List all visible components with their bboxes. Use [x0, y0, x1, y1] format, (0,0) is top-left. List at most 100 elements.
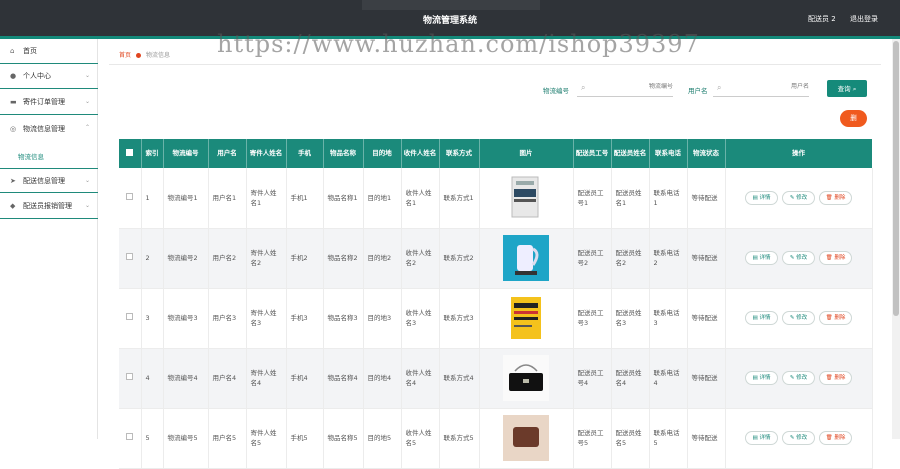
cell-phone: 手机5 — [286, 408, 324, 469]
table-row: 2 物流编号2 用户名2 寄件人姓名2 手机2 物品名称2 目的地2 收件人姓名2 联系方式2 配… — [119, 228, 873, 289]
user-icon: ● — [10, 72, 17, 80]
cell-item: 物品名称5 — [323, 408, 364, 469]
cell-user: 用户名1 — [208, 168, 247, 229]
delete-button[interactable]: 🗑 删除 — [819, 251, 852, 265]
row-checkbox[interactable] — [126, 313, 134, 320]
row-select-cell[interactable] — [119, 408, 142, 469]
logistics-no-input[interactable] — [603, 83, 673, 90]
cell-no: 物流编号5 — [163, 408, 209, 469]
sidebar-item-logistics[interactable]: ◎ 物流信息管理 ⌃ — [0, 116, 98, 141]
scrollbar-thumb[interactable] — [893, 41, 899, 316]
select-all-checkbox[interactable] — [126, 148, 134, 156]
send-icon: ➤ — [10, 176, 16, 185]
detail-icon: ▤ — [752, 375, 758, 381]
row-checkbox[interactable] — [126, 253, 134, 260]
cell-contact: 联系方式5 — [439, 408, 480, 469]
edit-button[interactable]: ✎ 修改 — [782, 251, 815, 265]
sidebar-item-orders[interactable]: ▬ 寄件订单管理 ⌄ — [0, 90, 98, 115]
column-header: 操作 — [725, 139, 873, 168]
cell-index: 2 — [141, 228, 164, 289]
sidebar-item-label: 首页 — [23, 47, 37, 55]
shield-icon: ◆ — [10, 202, 16, 210]
detail-button[interactable]: ▤ 详情 — [745, 371, 778, 385]
logout-link[interactable]: 退出登录 — [850, 14, 878, 24]
cell-phone: 手机2 — [286, 228, 324, 289]
cell-contact: 联系方式2 — [439, 228, 480, 289]
top-ghost-bar — [362, 0, 540, 10]
search-button[interactable]: 查询 ⌕ — [827, 80, 867, 97]
watermark: https://www.huzhan.com/ishop39397 — [217, 30, 700, 58]
detail-button[interactable]: ▤ 详情 — [745, 190, 778, 205]
edit-label: 修改 — [796, 435, 808, 441]
sidebar-item-delivery[interactable]: ➤ 配送信息管理 ⌄ — [0, 168, 98, 193]
row-select-cell[interactable] — [119, 168, 142, 229]
yellow-book-image — [503, 295, 549, 341]
delete-button[interactable]: 🗑 删除 — [819, 431, 852, 445]
sidebar-item-reimbursement[interactable]: ◆ 配送员报销管理 ⌄ — [0, 194, 98, 219]
delete-label: 删除 — [834, 375, 846, 381]
cell-no: 物流编号4 — [163, 348, 209, 409]
sidebar-item-label: 配送信息管理 — [23, 176, 65, 185]
detail-icon: ▤ — [752, 315, 758, 321]
username-input[interactable] — [739, 83, 809, 90]
row-select-cell[interactable] — [119, 348, 142, 409]
detail-label: 详情 — [759, 255, 771, 261]
page-scrollbar[interactable] — [892, 39, 900, 439]
username-field[interactable]: ⌕ — [713, 80, 809, 97]
select-all-header[interactable] — [119, 139, 142, 168]
breadcrumb-home[interactable]: 首页 — [119, 52, 131, 59]
cell-item: 物品名称1 — [323, 168, 364, 229]
edit-label: 修改 — [796, 194, 808, 201]
cell-tel: 联系电话2 — [649, 228, 688, 289]
cell-sender: 寄件人姓名5 — [246, 408, 287, 469]
cell-receiver: 收件人姓名2 — [401, 228, 440, 289]
logistics-no-field[interactable]: ⌕ — [577, 80, 673, 97]
cell-index: 4 — [141, 348, 164, 409]
cell-no: 物流编号2 — [163, 228, 209, 289]
cell-item: 物品名称3 — [323, 288, 364, 349]
search-icon: ⌕ — [717, 83, 722, 92]
column-header: 寄件人姓名 — [246, 139, 287, 168]
cell-staff_no: 配送员工号2 — [573, 228, 612, 289]
row-actions: ▤ 详情 ✎ 修改 🗑 删除 — [730, 311, 868, 325]
cell-staff_no: 配送员工号3 — [573, 288, 612, 349]
edit-button[interactable]: ✎ 修改 — [782, 311, 815, 325]
cell-dest: 目的地2 — [363, 228, 402, 289]
delete-button[interactable]: 🗑 删除 — [819, 371, 852, 385]
search-icon: ⌕ — [852, 85, 857, 93]
detail-button[interactable]: ▤ 详情 — [745, 251, 778, 265]
delete-button[interactable]: 🗑 删除 — [819, 190, 852, 205]
column-header: 联系电话 — [649, 139, 688, 168]
edit-icon: ✎ — [789, 375, 795, 381]
detail-button[interactable]: ▤ 详情 — [745, 311, 778, 325]
chevron-up-icon: ⌃ — [84, 124, 90, 131]
cell-dest: 目的地1 — [363, 168, 402, 229]
cell-actions: ▤ 详情 ✎ 修改 🗑 删除 — [725, 168, 873, 229]
sidebar-subitem-logistics-info[interactable]: 物流信息 — [18, 151, 44, 161]
batch-delete-button[interactable]: 删 — [840, 110, 867, 127]
trash-icon: 🗑 — [825, 435, 833, 441]
column-header: 图片 — [479, 139, 574, 168]
edit-button[interactable]: ✎ 修改 — [782, 371, 815, 385]
edit-button[interactable]: ✎ 修改 — [782, 190, 815, 205]
table-row: 1 物流编号1 用户名1 寄件人姓名1 手机1 物品名称1 目的地1 收件人姓名1 联系方式1 配… — [119, 168, 873, 229]
delete-label: 删除 — [834, 435, 846, 441]
detail-button[interactable]: ▤ 详情 — [745, 431, 778, 445]
row-checkbox[interactable] — [126, 373, 134, 380]
app-title: 物流管理系统 — [422, 16, 477, 26]
trash-icon: 🗑 — [825, 255, 833, 261]
row-checkbox[interactable] — [126, 192, 134, 200]
cell-user: 用户名4 — [208, 348, 247, 409]
column-header: 配送员姓名 — [611, 139, 650, 168]
row-select-cell[interactable] — [119, 288, 142, 349]
delete-button[interactable]: 🗑 删除 — [819, 311, 852, 325]
edit-button[interactable]: ✎ 修改 — [782, 431, 815, 445]
row-select-cell[interactable] — [119, 228, 142, 289]
sidebar-item-profile[interactable]: ● 个人中心 ⌄ — [0, 64, 98, 89]
cell-status: 等待配送 — [687, 168, 726, 229]
cell-image — [479, 408, 574, 469]
sidebar-item-home[interactable]: ⌂ 首页 — [0, 39, 98, 64]
current-user[interactable]: 配送员 2 — [808, 14, 836, 24]
cell-staff_no: 配送员工号4 — [573, 348, 612, 409]
trash-icon: 🗑 — [825, 315, 833, 321]
